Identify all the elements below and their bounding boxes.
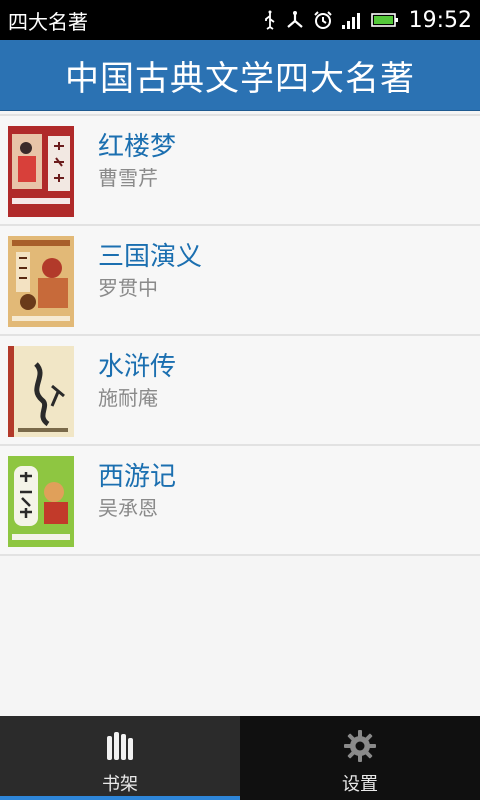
book-author: 吴承恩 [98, 496, 158, 520]
gear-icon [343, 728, 377, 764]
active-tab-indicator [0, 796, 240, 800]
signal-icon [341, 10, 363, 30]
list-item[interactable]: 西游记 吴承恩 [0, 446, 480, 556]
book-author: 罗贯中 [98, 276, 158, 300]
book-title: 红楼梦 [98, 132, 177, 162]
status-icons: 19:52 [263, 8, 472, 33]
tab-bookshelf[interactable]: 书架 [0, 716, 240, 800]
battery-icon [370, 10, 399, 30]
book-list: 红楼梦 曹雪芹 三国演义 罗贯中 水浒传 施耐庵 西游记 吴承恩 [0, 116, 480, 556]
book-title: 三国演义 [98, 242, 203, 272]
tab-label: 设置 [342, 774, 378, 795]
list-item[interactable]: 红楼梦 曹雪芹 [0, 116, 480, 226]
page-title: 中国古典文学四大名著 [65, 58, 415, 99]
status-time: 19:52 [408, 7, 472, 33]
book-title: 水浒传 [98, 352, 177, 382]
alarm-icon [313, 10, 333, 30]
tab-settings[interactable]: 设置 [240, 716, 480, 800]
book-author: 曹雪芹 [98, 166, 158, 190]
book-title: 西游记 [98, 462, 177, 492]
book-author: 施耐庵 [98, 386, 158, 410]
book-cover-image [8, 236, 74, 327]
debug-icon [285, 10, 305, 30]
bottom-tab-bar: 书架 设置 [0, 716, 480, 800]
tab-label: 书架 [102, 774, 138, 795]
list-item[interactable]: 三国演义 罗贯中 [0, 226, 480, 336]
status-app-name: 四大名著 [8, 9, 88, 34]
book-cover-image [8, 126, 74, 217]
list-item[interactable]: 水浒传 施耐庵 [0, 336, 480, 446]
bookshelf-icon [103, 728, 137, 764]
status-bar: 四大名著 19:52 [0, 0, 480, 40]
book-cover-image [8, 456, 74, 547]
usb-icon [263, 10, 277, 30]
app-header: 中国古典文学四大名著 [0, 40, 480, 111]
book-cover-image [8, 346, 74, 437]
